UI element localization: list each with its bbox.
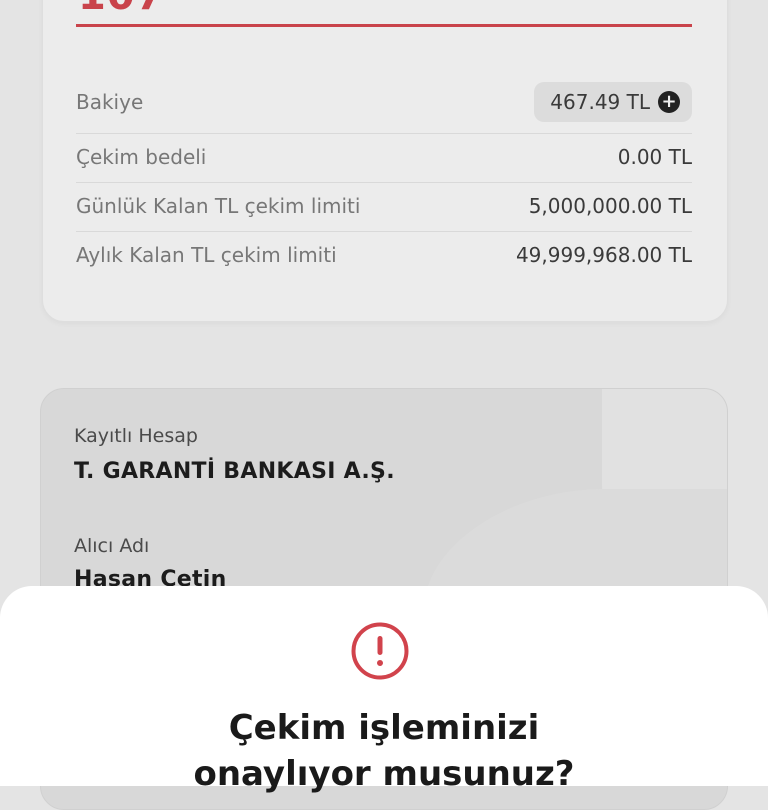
exclamation-circle-icon: [351, 622, 409, 680]
fee-label: Çekim bedeli: [76, 145, 207, 169]
daily-limit-label: Günlük Kalan TL çekim limiti: [76, 194, 361, 218]
balance-value: 467.49 TL: [550, 90, 650, 114]
confirm-title: Çekim işleminizi: [228, 708, 540, 748]
balance-row: Bakiye 467.49 TL +: [76, 82, 692, 122]
divider: [76, 231, 692, 232]
divider: [76, 182, 692, 183]
monthly-limit-value: 49,999,968.00 TL: [515, 243, 692, 267]
recipient-label: Alıcı Adı: [74, 535, 150, 557]
confirm-bottom-sheet: Çekim işleminizi onaylıyor musunuz?: [0, 586, 768, 794]
monthly-limit-label: Aylık Kalan TL çekim limiti: [76, 243, 337, 267]
registered-account-label: Kayıtlı Hesap: [74, 425, 198, 447]
plus-circle-icon[interactable]: +: [658, 91, 680, 113]
divider: [76, 133, 692, 134]
fee-value: 0.00 TL: [617, 145, 692, 169]
amount-underline: [76, 24, 692, 27]
balance-pill[interactable]: 467.49 TL +: [534, 82, 692, 122]
daily-limit-value: 5,000,000.00 TL: [528, 194, 692, 218]
monthly-limit-row: Aylık Kalan TL çekim limiti 49,999,968.0…: [76, 243, 692, 267]
daily-limit-row: Günlük Kalan TL çekim limiti 5,000,000.0…: [76, 194, 692, 218]
balance-label: Bakiye: [76, 90, 144, 114]
amount-value[interactable]: 107: [78, 0, 165, 16]
bank-name: T. GARANTİ BANKASI A.Ş.: [74, 459, 395, 484]
confirm-title-line2: onaylıyor musunuz?: [193, 754, 575, 794]
fee-row: Çekim bedeli 0.00 TL: [76, 145, 692, 169]
